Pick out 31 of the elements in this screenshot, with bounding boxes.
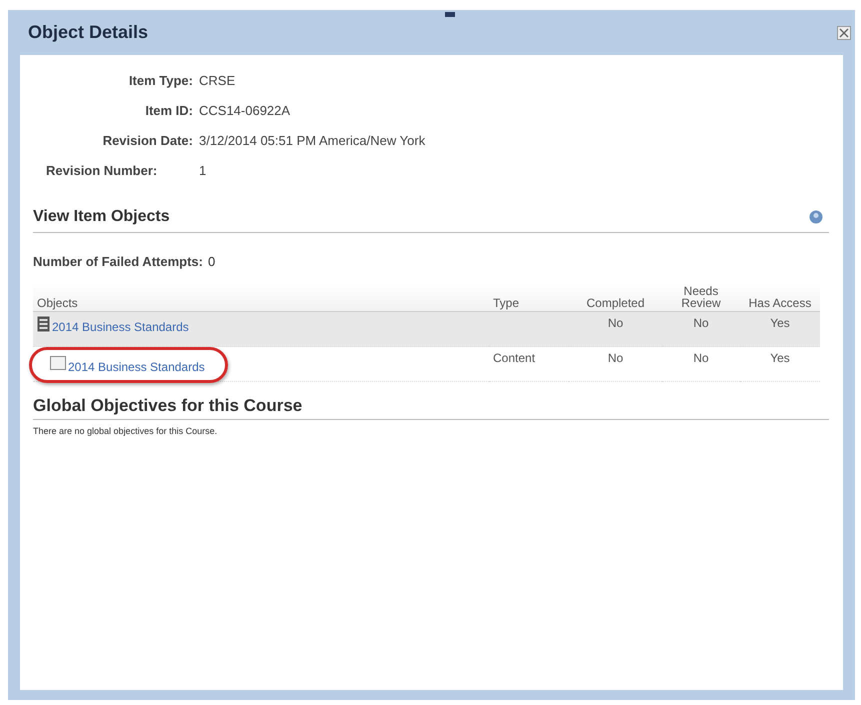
window-title: Object Details	[28, 22, 148, 43]
section-title: View Item Objects	[33, 208, 170, 226]
table-cell: Yes	[740, 312, 820, 346]
field-value: 1	[199, 163, 208, 178]
table-cell: No	[569, 346, 662, 382]
page-icon	[50, 356, 66, 370]
field-label: Number of Failed Attempts:	[33, 254, 203, 269]
field-label: Revision Date:	[102, 133, 193, 148]
empty-message: There are no global objectives for this Course.	[33, 426, 218, 436]
object-link[interactable]: 2014 Business Standards	[52, 320, 189, 334]
field-value: CRSE	[199, 73, 236, 88]
section-title: Global Objectives for this Course	[33, 396, 302, 416]
drag-handle-icon[interactable]	[445, 12, 455, 17]
close-icon	[839, 28, 849, 38]
table-cell: Yes	[740, 346, 820, 382]
field-value: 3/12/2014 05:51 PM America/New York	[199, 133, 426, 148]
table-cell: No	[662, 312, 740, 346]
field-value: CCS14-06922A	[199, 103, 292, 118]
field-label: Item Type:	[128, 73, 193, 88]
table-row[interactable]: 2014 Business Standards Content No No Yes	[33, 346, 820, 382]
field-label: Revision Number:	[46, 163, 158, 178]
field-label: Item ID:	[144, 103, 193, 118]
table-cell: Content	[489, 346, 569, 382]
field-value: 0	[208, 254, 216, 269]
object-link[interactable]: 2014 Business Standards	[68, 360, 205, 374]
close-button[interactable]	[837, 26, 851, 40]
help-icon[interactable]	[809, 210, 823, 224]
table-cell: No	[569, 312, 662, 346]
table-cell: No	[662, 346, 740, 382]
column-header: Needs Review	[662, 283, 740, 312]
document-stack-icon	[37, 316, 50, 332]
